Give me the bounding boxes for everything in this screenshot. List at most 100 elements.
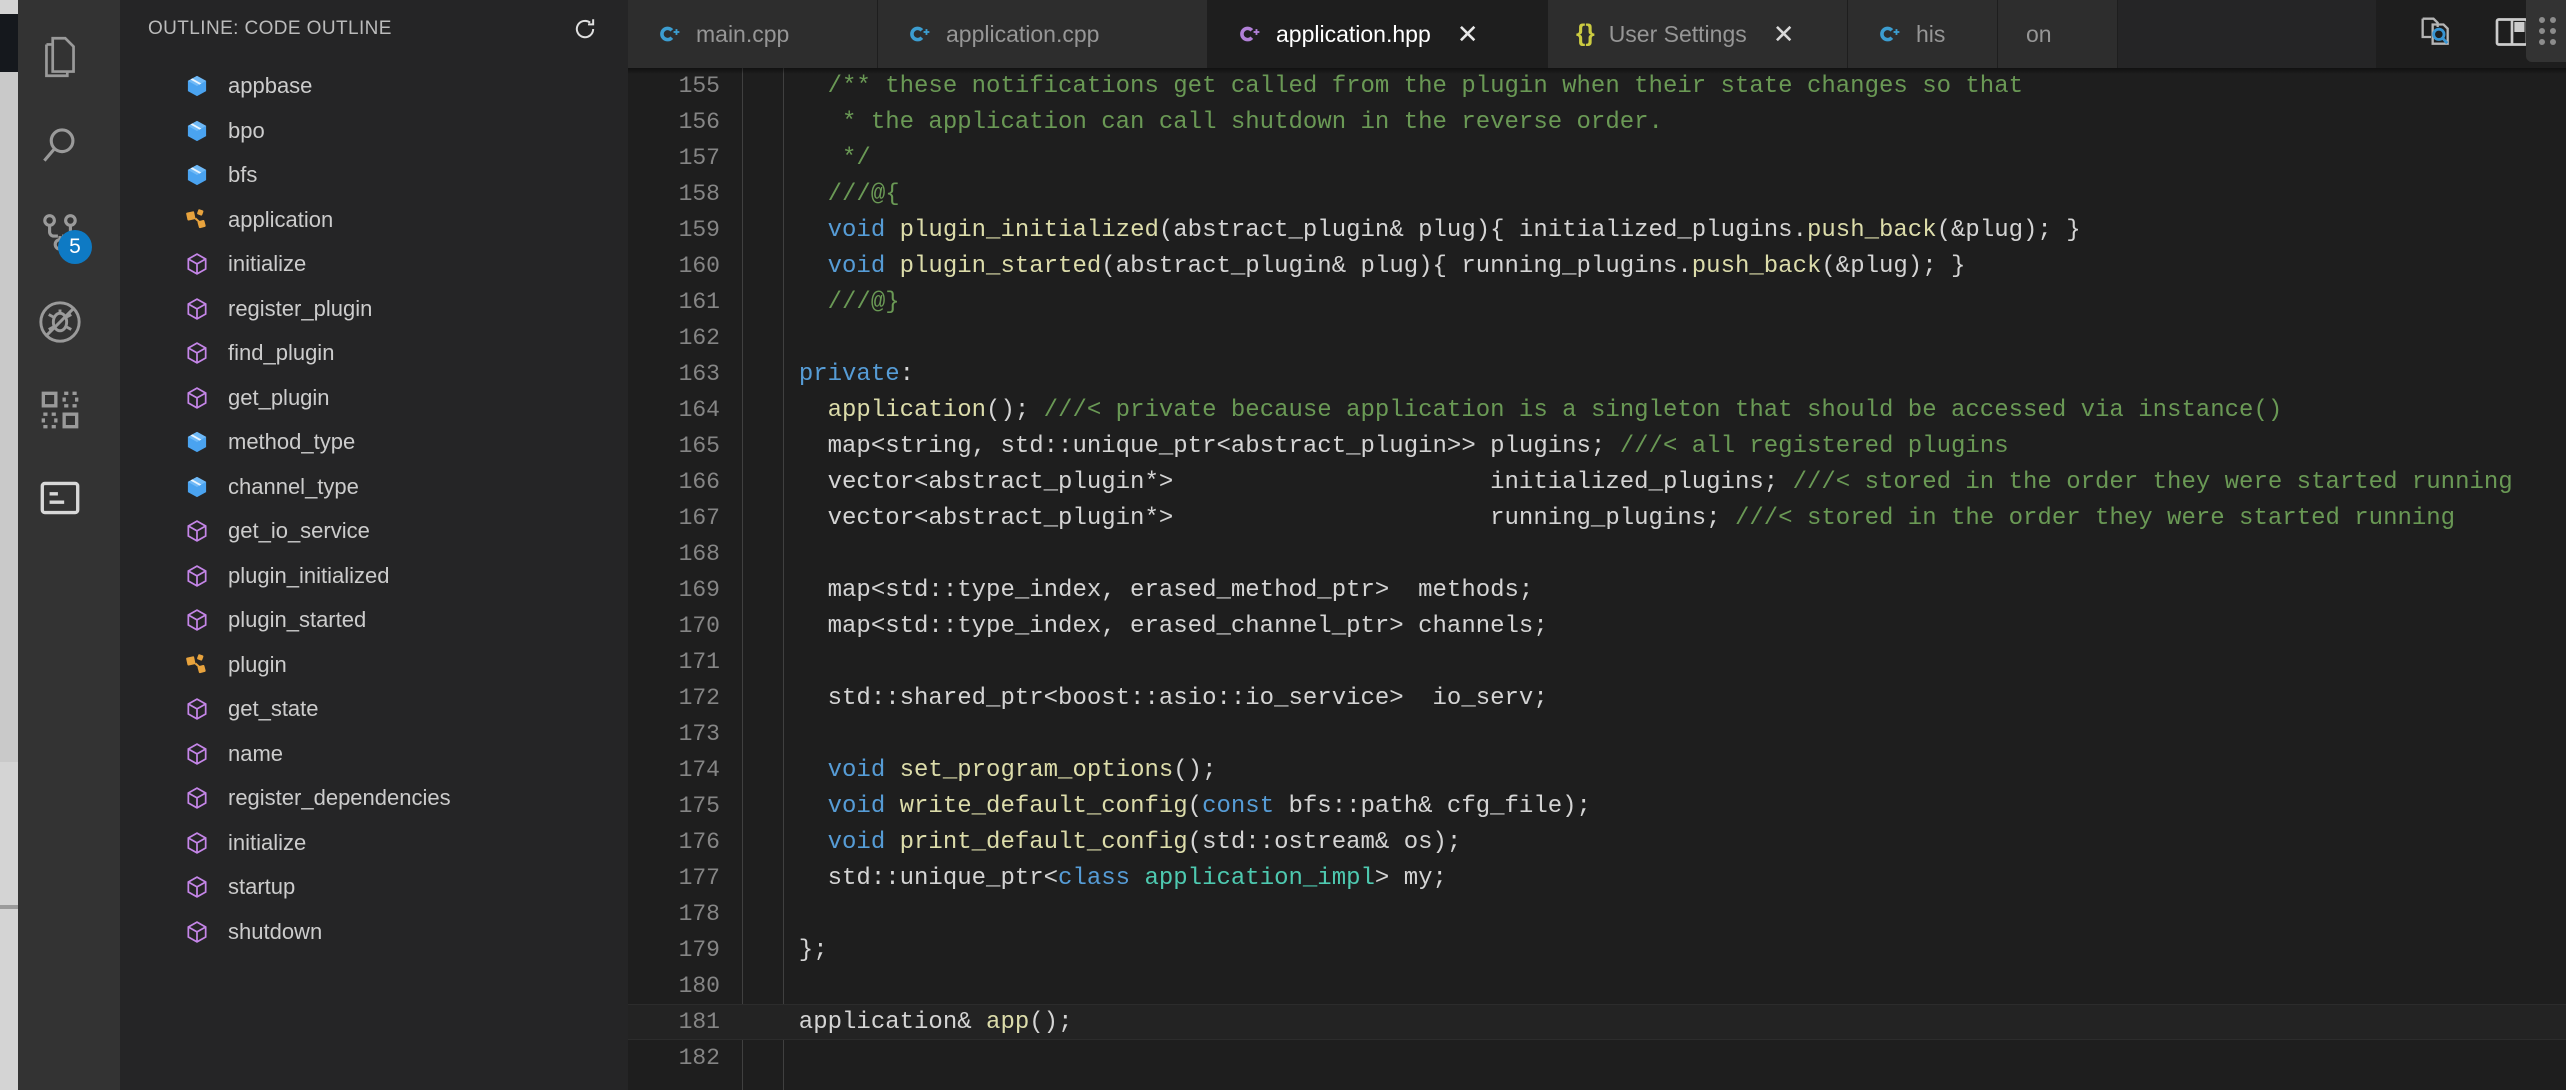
code-line[interactable]: 174 void set_program_options(); (628, 752, 2566, 788)
line-number: 168 (678, 541, 720, 567)
outline-item-get_plugin[interactable]: get_plugin (120, 376, 628, 421)
line-number: 175 (678, 793, 720, 819)
outline-item-initialize[interactable]: initialize (120, 821, 628, 866)
code-line[interactable]: 161 ///@} (628, 284, 2566, 320)
method-cube-icon (180, 781, 214, 815)
activity-bar-item-explorer[interactable] (0, 14, 120, 102)
code-line[interactable]: 179 }; (628, 932, 2566, 968)
outline-item-initialize[interactable]: initialize (120, 242, 628, 287)
code-line[interactable]: 181 application& app(); (628, 1004, 2566, 1040)
outline-item-bpo[interactable]: bpo (120, 109, 628, 154)
sidebar-title: OUTLINE: CODE OUTLINE (148, 18, 392, 39)
outline-item-method_type[interactable]: method_type (120, 420, 628, 465)
outline-item-name[interactable]: name (120, 732, 628, 777)
cpp-file-icon (906, 21, 932, 47)
editor-tab-label: his (1916, 20, 1946, 47)
code-line[interactable]: 178 (628, 896, 2566, 932)
code-line[interactable]: 160 void plugin_started(abstract_plugin&… (628, 248, 2566, 284)
outline-item-label: plugin (228, 651, 287, 677)
refresh-icon[interactable] (568, 12, 602, 46)
code-line[interactable]: 167 vector<abstract_plugin*> running_plu… (628, 500, 2566, 536)
activity-bar-item-search[interactable] (0, 102, 120, 190)
code-line[interactable]: 163 private: (628, 356, 2566, 392)
code-line[interactable]: 176 void print_default_config(std::ostre… (628, 824, 2566, 860)
outline-item-plugin[interactable]: plugin (120, 643, 628, 688)
drag-handle-icon[interactable] (2526, 17, 2566, 45)
code-line[interactable]: 155 /** these notifications get called f… (628, 68, 2566, 104)
code-line[interactable]: 173 (628, 716, 2566, 752)
outline-item-plugin_initialized[interactable]: plugin_initialized (120, 554, 628, 599)
code-editor[interactable]: 155 /** these notifications get called f… (628, 68, 2566, 1090)
code-line[interactable]: 156 * the application can call shutdown … (628, 104, 2566, 140)
outline-item-register_plugin[interactable]: register_plugin (120, 287, 628, 332)
editor-tab-on[interactable]: on (1998, 0, 2118, 68)
outline-item-get_io_service[interactable]: get_io_service (120, 509, 628, 554)
code-line[interactable]: 166 vector<abstract_plugin*> initialized… (628, 464, 2566, 500)
line-number: 173 (678, 721, 720, 747)
close-icon[interactable]: ✕ (1773, 21, 1795, 47)
outline-item-bfs[interactable]: bfs (120, 153, 628, 198)
code-line[interactable]: 165 map<string, std::unique_ptr<abstract… (628, 428, 2566, 464)
outline-item-find_plugin[interactable]: find_plugin (120, 331, 628, 376)
code-line[interactable]: 164 application(); ///< private because … (628, 392, 2566, 428)
activity-bar-item-outline-view[interactable] (0, 454, 120, 542)
code-text: application& app(); (770, 1008, 1073, 1036)
outline-item-plugin_started[interactable]: plugin_started (120, 598, 628, 643)
code-line[interactable]: 170 map<std::type_index, erased_channel_… (628, 608, 2566, 644)
editor-tab-user-settings[interactable]: {} User Settings ✕ (1548, 0, 1848, 68)
json-file-icon: {} (1576, 20, 1595, 47)
line-number: 182 (678, 1045, 720, 1071)
code-line[interactable]: 158 ///@{ (628, 176, 2566, 212)
code-line[interactable]: 177 std::unique_ptr<class application_im… (628, 860, 2566, 896)
code-line[interactable]: 171 (628, 644, 2566, 680)
outline-item-label: shutdown (228, 918, 323, 944)
outline-item-startup[interactable]: startup (120, 865, 628, 910)
outline-item-channel_type[interactable]: channel_type (120, 465, 628, 510)
line-number: 171 (678, 649, 720, 675)
code-line[interactable]: 180 (628, 968, 2566, 1004)
editor-tab-main-cpp[interactable]: main.cpp (628, 0, 878, 68)
outline-item-get_state[interactable]: get_state (120, 687, 628, 732)
method-cube-icon (180, 514, 214, 548)
outline-item-application[interactable]: application (120, 198, 628, 243)
outline-item-appbase[interactable]: appbase (120, 64, 628, 109)
method-cube-icon (180, 247, 214, 281)
file-search-icon[interactable] (2416, 12, 2456, 57)
code-line[interactable]: 175 void write_default_config(const bfs:… (628, 788, 2566, 824)
activity-bar-item-source-control[interactable]: 5 (0, 190, 120, 278)
code-text: }; (770, 936, 828, 964)
cpp-file-icon (656, 21, 682, 47)
outline-item-label: get_io_service (228, 518, 370, 544)
editor-tab-label: application.hpp (1276, 20, 1431, 47)
outline-item-register_dependencies[interactable]: register_dependencies (120, 776, 628, 821)
activity-bar-item-run-and-debug[interactable] (0, 278, 120, 366)
line-number: 181 (678, 1009, 720, 1035)
outline-item-shutdown[interactable]: shutdown (120, 910, 628, 955)
vscode-window: 5 OUTLINE: CODE OUTLINE appbase bpo bfs … (0, 0, 2566, 1090)
code-line[interactable]: 172 std::shared_ptr<boost::asio::io_serv… (628, 680, 2566, 716)
class-icon (180, 203, 214, 237)
code-text: application(); ///< private because appl… (827, 396, 2283, 424)
code-line[interactable]: 159 void plugin_initialized(abstract_plu… (628, 212, 2566, 248)
editor-tab-label: main.cpp (696, 20, 790, 47)
outline-item-label: get_state (228, 696, 319, 722)
outline-item-label: initialize (228, 829, 307, 855)
code-line[interactable]: 168 (628, 536, 2566, 572)
editor-tab-his[interactable]: his (1848, 0, 1998, 68)
code-line[interactable]: 162 (628, 320, 2566, 356)
code-text: std::shared_ptr<boost::asio::io_service>… (770, 684, 1548, 712)
method-cube-icon (180, 559, 214, 593)
cpp-file-icon (1876, 21, 1902, 47)
code-text: std::unique_ptr<class application_impl> … (770, 864, 1447, 892)
editor-tab-application-hpp[interactable]: application.hpp ✕ (1208, 0, 1548, 68)
code-text: * the application can call shutdown in t… (770, 108, 1663, 136)
debug-disabled-icon (35, 297, 85, 347)
code-line[interactable]: 157 */ (628, 140, 2566, 176)
code-line[interactable]: 169 map<std::type_index, erased_method_p… (628, 572, 2566, 608)
namespace-cube-icon (180, 158, 214, 192)
close-icon[interactable]: ✕ (1457, 21, 1479, 47)
code-text: vector<abstract_plugin*> initialized_plu… (770, 468, 2513, 496)
activity-bar-item-extensions[interactable] (0, 366, 120, 454)
code-line[interactable]: 182 (628, 1040, 2566, 1076)
editor-tab-application-cpp[interactable]: application.cpp (878, 0, 1208, 68)
